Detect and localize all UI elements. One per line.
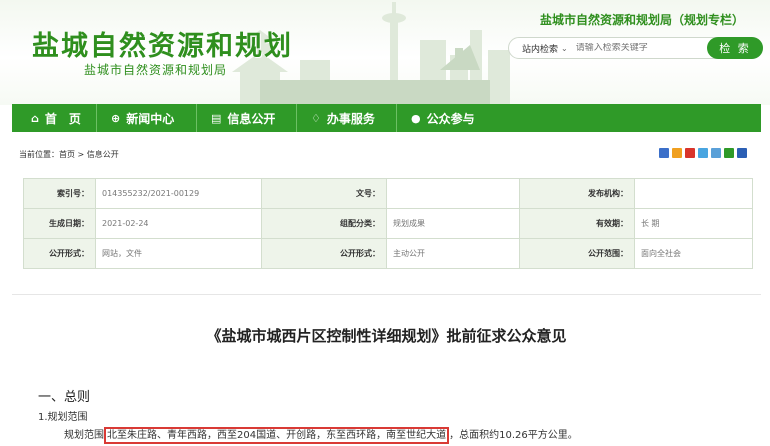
table-row: 公开形式： 网站，文件 公开形式： 主动公开 公开范围： 面向全社会: [23, 238, 753, 269]
search-bar: 站内检索 ⌄ 检 索: [508, 37, 763, 59]
breadcrumb[interactable]: 当前位置：首页 > 信息公开: [19, 149, 119, 160]
site-logo-subtitle: 盐城市自然资源和规划局: [84, 63, 228, 77]
paragraph-prefix: 规划范围: [64, 430, 104, 441]
user-icon: ●: [411, 111, 421, 125]
article-title: 《盐城市城西片区控制性详细规划》批前征求公众意见: [206, 327, 567, 345]
share-toolbar: [659, 148, 747, 158]
share-plus-icon[interactable]: [659, 148, 669, 158]
meta-value: 014355232/2021-00129: [95, 178, 262, 209]
nav-item-public-participation[interactable]: ● 公众参与: [397, 104, 501, 132]
site-header: 盐城自然资源和规划 盐城市自然资源和规划局 盐城市自然资源和规划局（规划专栏） …: [0, 0, 770, 105]
share-wechat-icon[interactable]: [724, 148, 734, 158]
nav-item-label: 首 页: [44, 111, 81, 126]
share-renren-icon[interactable]: [711, 148, 721, 158]
globe-icon: ⊕: [111, 111, 121, 125]
meta-value: 网站，文件: [95, 238, 262, 269]
search-button[interactable]: 检 索: [707, 37, 763, 59]
site-column-name: 盐城市自然资源和规划局（规划专栏）: [539, 13, 744, 27]
document-meta-table: 索引号： 014355232/2021-00129 文号： 发布机构： 生成日期…: [23, 178, 753, 269]
share-weibo-icon[interactable]: [685, 148, 695, 158]
table-row: 索引号： 014355232/2021-00129 文号： 发布机构：: [23, 178, 753, 209]
document-icon: ▤: [211, 111, 222, 125]
thumbs-up-icon: ♢: [311, 111, 321, 125]
meta-label: 公开形式：: [261, 238, 387, 269]
meta-value: 面向全社会: [634, 238, 753, 269]
subsection-heading: 1.规划范围: [38, 412, 88, 423]
table-row: 生成日期： 2021-02-24 组配分类： 规划成果 有效期： 长 期: [23, 208, 753, 239]
nav-item-label: 信息公开: [227, 111, 276, 126]
nav-item-services[interactable]: ♢ 办事服务: [297, 104, 396, 132]
site-logo-title[interactable]: 盐城自然资源和规划: [32, 24, 293, 63]
meta-value: 规划成果: [386, 208, 520, 239]
article-body: 《盐城市城西片区控制性详细规划》批前征求公众意见 一、总则 1.规划范围 规划范…: [12, 294, 761, 446]
nav-item-info-disclosure[interactable]: ▤ 信息公开: [197, 104, 296, 132]
article-paragraph: 规划范围 北至朱庄路、青年西路，西至204国道、开创路，东至西环路，南至世纪大道，…: [64, 426, 578, 444]
meta-label: 发布机构：: [519, 178, 635, 209]
paragraph-suffix: ，总面积约10.26平方公里。: [449, 430, 578, 441]
meta-label: 生成日期：: [23, 208, 96, 239]
meta-label: 文号：: [261, 178, 387, 209]
meta-label: 公开范围：: [519, 238, 635, 269]
meta-value: 2021-02-24: [95, 208, 262, 239]
meta-value: [386, 178, 520, 209]
highlighted-text: 北至朱庄路、青年西路，西至204国道、开创路，东至西环路，南至世纪大道: [104, 427, 450, 444]
share-qzone-icon[interactable]: [698, 148, 708, 158]
meta-label: 组配分类：: [261, 208, 387, 239]
meta-label: 有效期：: [519, 208, 635, 239]
search-scope-select[interactable]: 站内检索 ⌄: [509, 42, 568, 55]
nav-item-label: 新闻中心: [126, 111, 175, 126]
meta-label: 公开形式：: [23, 238, 96, 269]
share-star-icon[interactable]: [672, 148, 682, 158]
search-scope-label: 站内检索: [522, 44, 559, 55]
search-input[interactable]: [575, 43, 694, 53]
nav-item-label: 公众参与: [426, 111, 475, 126]
meta-label: 索引号：: [23, 178, 96, 209]
meta-value: 长 期: [634, 208, 753, 239]
chevron-down-icon: ⌄: [561, 43, 568, 53]
nav-item-label: 办事服务: [326, 111, 375, 126]
share-douban-icon[interactable]: [737, 148, 747, 158]
section-heading: 一、总则: [38, 390, 91, 405]
main-nav: ⌂ 首 页 ⊕ 新闻中心 ▤ 信息公开 ♢ 办事服务 ● 公众参与: [12, 104, 761, 132]
home-icon: ⌂: [31, 111, 39, 125]
nav-item-news[interactable]: ⊕ 新闻中心: [97, 104, 196, 132]
meta-value: [634, 178, 753, 209]
meta-value: 主动公开: [386, 238, 520, 269]
nav-item-home[interactable]: ⌂ 首 页: [12, 104, 96, 132]
